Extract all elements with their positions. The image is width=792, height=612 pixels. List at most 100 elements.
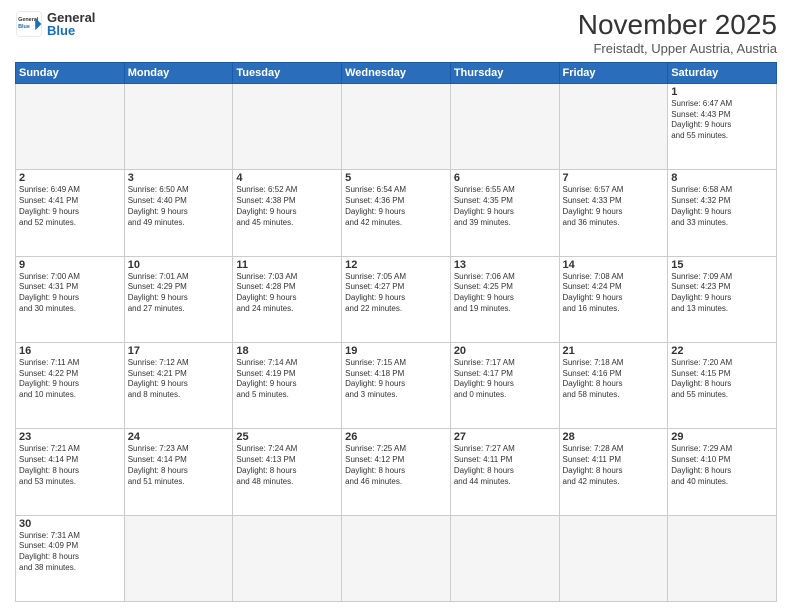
calendar-cell: 11Sunrise: 7:03 AMSunset: 4:28 PMDayligh… (233, 256, 342, 342)
day-number: 25 (236, 431, 338, 443)
calendar-cell (124, 83, 233, 169)
calendar-cell: 18Sunrise: 7:14 AMSunset: 4:19 PMDayligh… (233, 342, 342, 428)
calendar-cell (668, 515, 777, 601)
calendar-cell: 13Sunrise: 7:06 AMSunset: 4:25 PMDayligh… (450, 256, 559, 342)
day-info: Sunrise: 7:12 AMSunset: 4:21 PMDaylight:… (128, 358, 230, 401)
day-info: Sunrise: 7:28 AMSunset: 4:11 PMDaylight:… (563, 444, 665, 487)
calendar-cell: 29Sunrise: 7:29 AMSunset: 4:10 PMDayligh… (668, 429, 777, 515)
calendar-cell: 16Sunrise: 7:11 AMSunset: 4:22 PMDayligh… (16, 342, 125, 428)
day-number: 6 (454, 172, 556, 184)
title-block: November 2025 Freistadt, Upper Austria, … (578, 10, 777, 56)
calendar-week-row: 16Sunrise: 7:11 AMSunset: 4:22 PMDayligh… (16, 342, 777, 428)
day-info: Sunrise: 7:00 AMSunset: 4:31 PMDaylight:… (19, 272, 121, 315)
calendar-cell: 15Sunrise: 7:09 AMSunset: 4:23 PMDayligh… (668, 256, 777, 342)
day-number: 27 (454, 431, 556, 443)
col-header-tuesday: Tuesday (233, 62, 342, 83)
day-number: 4 (236, 172, 338, 184)
day-info: Sunrise: 7:09 AMSunset: 4:23 PMDaylight:… (671, 272, 773, 315)
day-number: 26 (345, 431, 447, 443)
day-number: 17 (128, 345, 230, 357)
day-info: Sunrise: 7:11 AMSunset: 4:22 PMDaylight:… (19, 358, 121, 401)
calendar-cell: 14Sunrise: 7:08 AMSunset: 4:24 PMDayligh… (559, 256, 668, 342)
calendar-cell: 30Sunrise: 7:31 AMSunset: 4:09 PMDayligh… (16, 515, 125, 601)
day-info: Sunrise: 6:54 AMSunset: 4:36 PMDaylight:… (345, 185, 447, 228)
day-number: 21 (563, 345, 665, 357)
day-info: Sunrise: 7:27 AMSunset: 4:11 PMDaylight:… (454, 444, 556, 487)
day-number: 11 (236, 259, 338, 271)
calendar-week-row: 9Sunrise: 7:00 AMSunset: 4:31 PMDaylight… (16, 256, 777, 342)
calendar-cell: 27Sunrise: 7:27 AMSunset: 4:11 PMDayligh… (450, 429, 559, 515)
calendar-week-row: 23Sunrise: 7:21 AMSunset: 4:14 PMDayligh… (16, 429, 777, 515)
day-number: 16 (19, 345, 121, 357)
day-info: Sunrise: 6:49 AMSunset: 4:41 PMDaylight:… (19, 185, 121, 228)
calendar-header-row: SundayMondayTuesdayWednesdayThursdayFrid… (16, 62, 777, 83)
day-number: 30 (19, 518, 121, 530)
col-header-thursday: Thursday (450, 62, 559, 83)
day-info: Sunrise: 7:21 AMSunset: 4:14 PMDaylight:… (19, 444, 121, 487)
day-number: 7 (563, 172, 665, 184)
calendar-cell (342, 515, 451, 601)
calendar-cell: 3Sunrise: 6:50 AMSunset: 4:40 PMDaylight… (124, 170, 233, 256)
calendar-cell: 23Sunrise: 7:21 AMSunset: 4:14 PMDayligh… (16, 429, 125, 515)
day-number: 9 (19, 259, 121, 271)
day-number: 8 (671, 172, 773, 184)
calendar-cell: 10Sunrise: 7:01 AMSunset: 4:29 PMDayligh… (124, 256, 233, 342)
calendar-cell (450, 83, 559, 169)
calendar-cell: 25Sunrise: 7:24 AMSunset: 4:13 PMDayligh… (233, 429, 342, 515)
day-number: 24 (128, 431, 230, 443)
svg-text:Blue: Blue (18, 24, 30, 30)
day-info: Sunrise: 7:06 AMSunset: 4:25 PMDaylight:… (454, 272, 556, 315)
day-info: Sunrise: 7:24 AMSunset: 4:13 PMDaylight:… (236, 444, 338, 487)
day-info: Sunrise: 7:01 AMSunset: 4:29 PMDaylight:… (128, 272, 230, 315)
calendar-cell: 22Sunrise: 7:20 AMSunset: 4:15 PMDayligh… (668, 342, 777, 428)
day-number: 19 (345, 345, 447, 357)
calendar-week-row: 30Sunrise: 7:31 AMSunset: 4:09 PMDayligh… (16, 515, 777, 601)
day-info: Sunrise: 7:18 AMSunset: 4:16 PMDaylight:… (563, 358, 665, 401)
col-header-saturday: Saturday (668, 62, 777, 83)
day-number: 10 (128, 259, 230, 271)
col-header-wednesday: Wednesday (342, 62, 451, 83)
day-number: 23 (19, 431, 121, 443)
day-info: Sunrise: 6:52 AMSunset: 4:38 PMDaylight:… (236, 185, 338, 228)
logo: General Blue General Blue (15, 10, 95, 38)
day-info: Sunrise: 6:50 AMSunset: 4:40 PMDaylight:… (128, 185, 230, 228)
calendar-cell: 5Sunrise: 6:54 AMSunset: 4:36 PMDaylight… (342, 170, 451, 256)
day-info: Sunrise: 6:57 AMSunset: 4:33 PMDaylight:… (563, 185, 665, 228)
day-number: 18 (236, 345, 338, 357)
calendar-cell: 1Sunrise: 6:47 AMSunset: 4:43 PMDaylight… (668, 83, 777, 169)
calendar-cell: 12Sunrise: 7:05 AMSunset: 4:27 PMDayligh… (342, 256, 451, 342)
page: General Blue General Blue November 2025 … (0, 0, 792, 612)
logo-blue-text: Blue (47, 23, 95, 38)
col-header-friday: Friday (559, 62, 668, 83)
calendar-cell: 2Sunrise: 6:49 AMSunset: 4:41 PMDaylight… (16, 170, 125, 256)
day-number: 3 (128, 172, 230, 184)
col-header-sunday: Sunday (16, 62, 125, 83)
day-number: 20 (454, 345, 556, 357)
day-number: 2 (19, 172, 121, 184)
day-number: 1 (671, 86, 773, 98)
calendar-cell: 24Sunrise: 7:23 AMSunset: 4:14 PMDayligh… (124, 429, 233, 515)
calendar-cell (124, 515, 233, 601)
day-number: 14 (563, 259, 665, 271)
day-info: Sunrise: 6:47 AMSunset: 4:43 PMDaylight:… (671, 99, 773, 142)
day-number: 5 (345, 172, 447, 184)
day-info: Sunrise: 7:29 AMSunset: 4:10 PMDaylight:… (671, 444, 773, 487)
day-info: Sunrise: 7:14 AMSunset: 4:19 PMDaylight:… (236, 358, 338, 401)
day-info: Sunrise: 7:31 AMSunset: 4:09 PMDaylight:… (19, 531, 121, 574)
header: General Blue General Blue November 2025 … (15, 10, 777, 56)
subtitle: Freistadt, Upper Austria, Austria (578, 41, 777, 56)
day-info: Sunrise: 7:05 AMSunset: 4:27 PMDaylight:… (345, 272, 447, 315)
calendar-cell (559, 83, 668, 169)
calendar-cell: 9Sunrise: 7:00 AMSunset: 4:31 PMDaylight… (16, 256, 125, 342)
day-number: 29 (671, 431, 773, 443)
day-info: Sunrise: 7:17 AMSunset: 4:17 PMDaylight:… (454, 358, 556, 401)
calendar-cell: 21Sunrise: 7:18 AMSunset: 4:16 PMDayligh… (559, 342, 668, 428)
calendar-cell: 4Sunrise: 6:52 AMSunset: 4:38 PMDaylight… (233, 170, 342, 256)
day-number: 22 (671, 345, 773, 357)
day-number: 15 (671, 259, 773, 271)
day-info: Sunrise: 6:55 AMSunset: 4:35 PMDaylight:… (454, 185, 556, 228)
day-info: Sunrise: 7:08 AMSunset: 4:24 PMDaylight:… (563, 272, 665, 315)
day-info: Sunrise: 7:15 AMSunset: 4:18 PMDaylight:… (345, 358, 447, 401)
calendar-cell: 7Sunrise: 6:57 AMSunset: 4:33 PMDaylight… (559, 170, 668, 256)
calendar-cell (559, 515, 668, 601)
